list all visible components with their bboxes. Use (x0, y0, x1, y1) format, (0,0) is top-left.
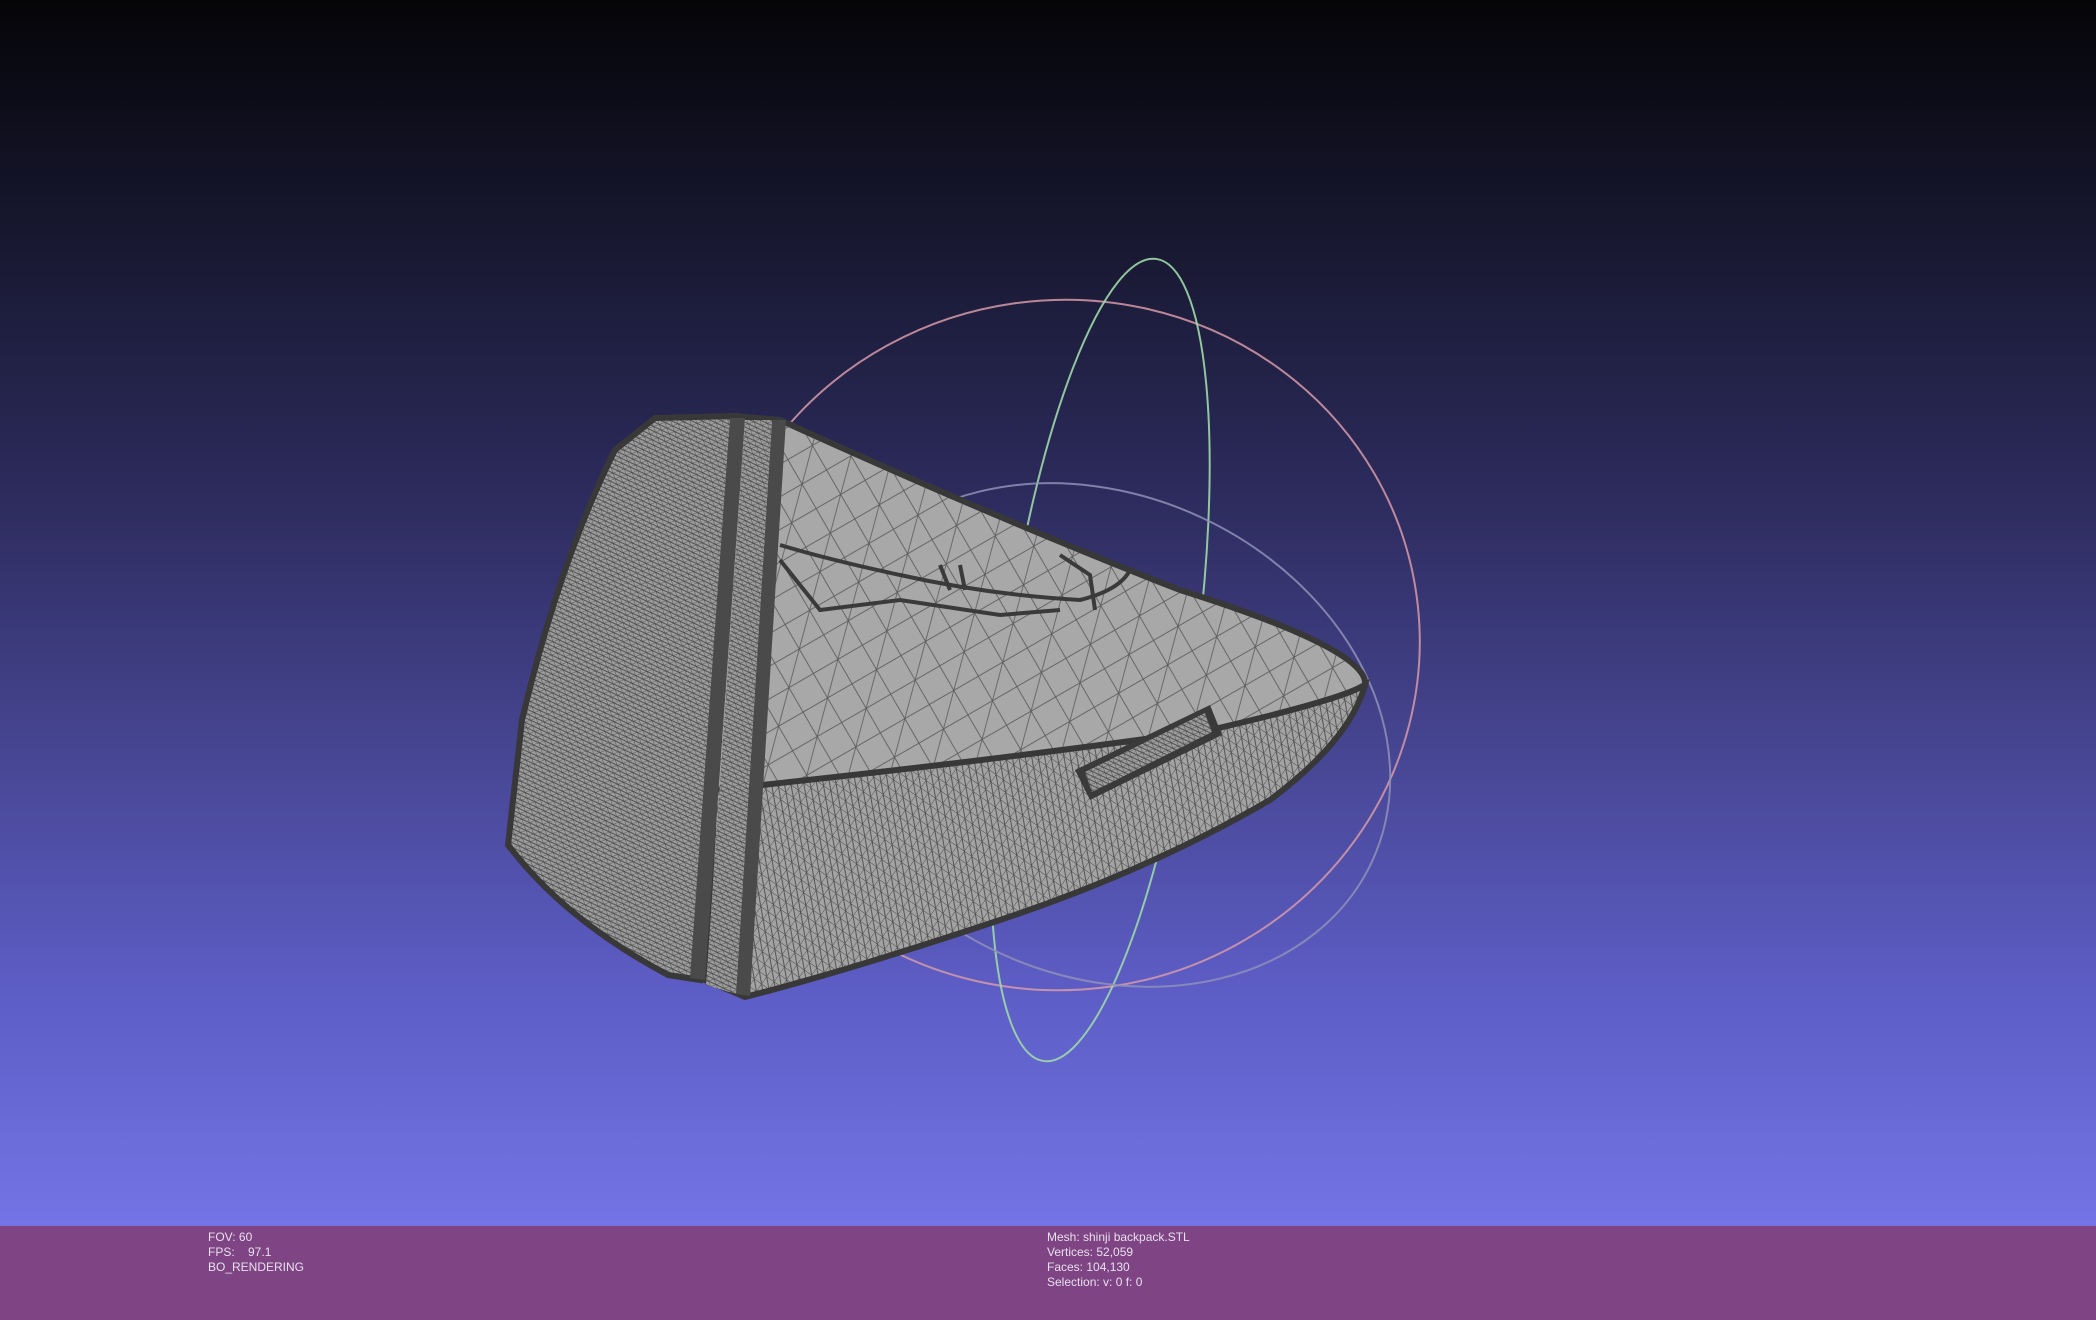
fps-readout: FPS: 97.1 (208, 1245, 272, 1259)
vertices-readout: Vertices: 52,059 (1047, 1245, 1134, 1259)
mesh-render[interactable] (0, 0, 2096, 1226)
selection-readout: Selection: v: 0 f: 0 (1047, 1275, 1143, 1289)
status-info-bar: FOV: 60 FPS: 97.1 BO_RENDERING Mesh: shi… (0, 1226, 2096, 1320)
faces-readout: Faces: 104,130 (1047, 1260, 1130, 1274)
render-mode-readout: BO_RENDERING (208, 1260, 305, 1274)
3d-viewport[interactable] (0, 0, 2096, 1226)
render-info-panel: FOV: 60 FPS: 97.1 BO_RENDERING (208, 1230, 304, 1275)
mesh-model[interactable] (504, 412, 1370, 1001)
mesh-info-panel: Mesh: shinji backpack.STL Vertices: 52,0… (1047, 1230, 1190, 1290)
fov-readout: FOV: 60 (208, 1230, 253, 1244)
mesh-name-readout: Mesh: shinji backpack.STL (1047, 1230, 1190, 1244)
